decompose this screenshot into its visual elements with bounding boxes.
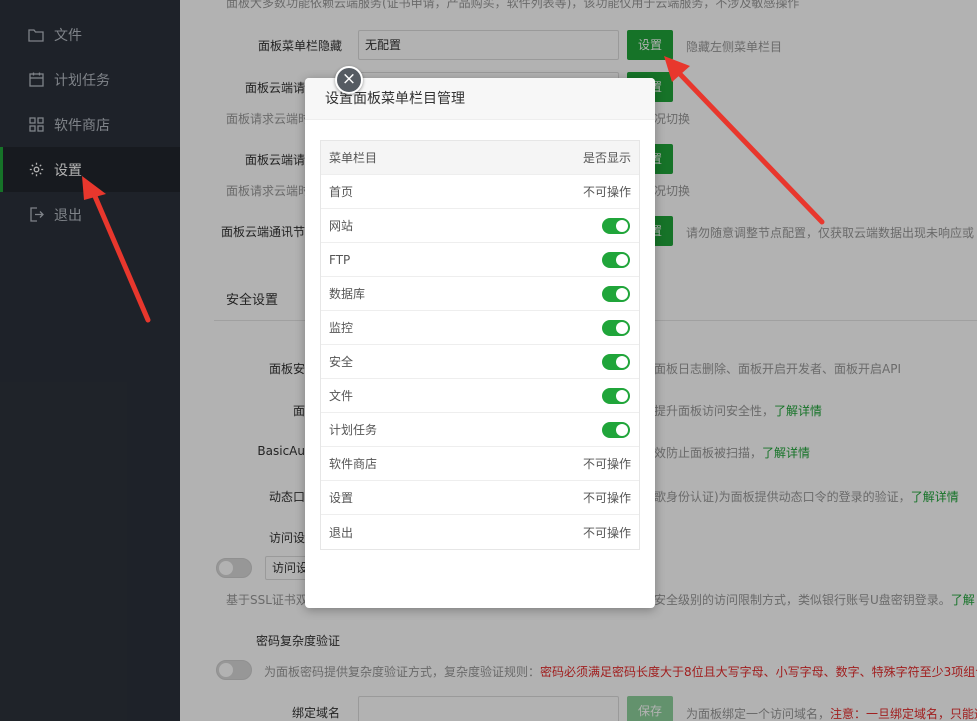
column-header-menu: 菜单栏目 <box>329 151 378 165</box>
not-operable-text: 不可操作 <box>582 525 631 540</box>
menu-row-name: FTP <box>329 252 351 267</box>
menu-row-name: 首页 <box>329 185 354 199</box>
close-icon: × <box>341 69 357 89</box>
menu-row: 监控 <box>321 311 639 345</box>
visibility-toggle[interactable] <box>602 285 630 302</box>
menu-row-name: 文件 <box>329 389 354 403</box>
menu-row-name: 设置 <box>329 491 354 505</box>
not-operable-text: 不可操作 <box>582 491 631 505</box>
menu-row: 网站 <box>321 209 639 243</box>
visibility-toggle[interactable] <box>602 353 630 370</box>
menu-row: 文件 <box>321 379 639 413</box>
menu-row: 首页 不可操作 <box>321 175 639 209</box>
menu-row: FTP <box>321 243 639 277</box>
close-dialog-button[interactable]: × <box>335 66 363 94</box>
menu-management-dialog: 设置面板菜单栏目管理 菜单栏目 是否显示 首页 不可操作 网站 FTP 数据库 监控 安全文… <box>305 78 655 608</box>
visibility-toggle[interactable] <box>602 251 630 268</box>
menu-row-name: 软件商店 <box>329 457 378 471</box>
menu-row: 安全 <box>321 345 639 379</box>
menu-row-name: 退出 <box>329 525 354 540</box>
visibility-toggle[interactable] <box>602 387 630 404</box>
visibility-toggle[interactable] <box>602 421 630 438</box>
menu-row: 设置 不可操作 <box>321 481 639 515</box>
menu-row-name: 数据库 <box>329 287 366 301</box>
visibility-toggle[interactable] <box>602 319 630 336</box>
menu-row-name: 网站 <box>329 219 354 233</box>
menu-row-name: 计划任务 <box>329 423 378 437</box>
menu-row: 计划任务 <box>321 413 639 447</box>
menu-table: 菜单栏目 是否显示 首页 不可操作 网站 FTP 数据库 监控 安全 文件 计划任务 软件商店 不可… <box>320 140 640 550</box>
not-operable-text: 不可操作 <box>582 185 631 199</box>
not-operable-text: 不可操作 <box>582 457 631 471</box>
visibility-toggle[interactable] <box>602 217 630 234</box>
menu-row-name: 安全 <box>329 355 354 369</box>
menu-row: 数据库 <box>321 277 639 311</box>
menu-row-name: 监控 <box>329 321 354 335</box>
menu-row: 软件商店 不可操作 <box>321 447 639 481</box>
menu-row: 退出 不可操作 <box>321 515 639 549</box>
table-header: 菜单栏目 是否显示 <box>321 141 639 175</box>
column-header-visible: 是否显示 <box>582 151 631 165</box>
